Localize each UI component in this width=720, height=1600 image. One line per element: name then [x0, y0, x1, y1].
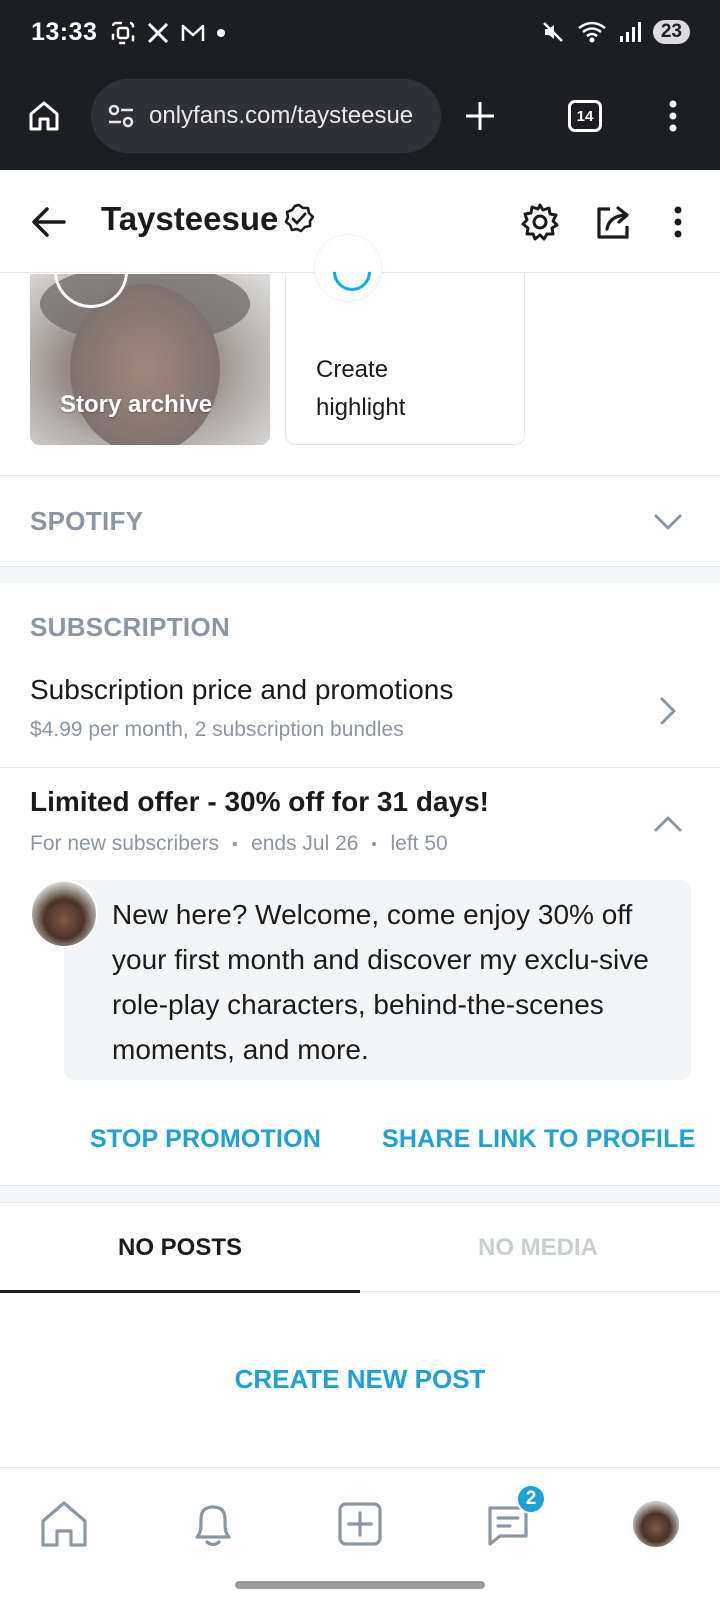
divider [0, 767, 720, 768]
notification-icons [110, 20, 226, 46]
nav-add-post-button[interactable] [332, 1496, 388, 1552]
plus-icon [466, 102, 494, 130]
avatar [633, 1501, 679, 1547]
settings-button[interactable] [518, 200, 562, 244]
wifi-icon [578, 21, 606, 43]
tab-count: 14 [568, 100, 602, 132]
address-bar[interactable]: onlyfans.com/taysteesue [91, 79, 441, 153]
page-title: Taysteesue [101, 200, 316, 238]
gesture-home-indicator[interactable] [235, 1581, 485, 1589]
signal-icon [619, 22, 641, 42]
nav-profile-button[interactable] [628, 1496, 684, 1552]
back-button[interactable] [27, 200, 71, 244]
more-vertical-icon [669, 100, 677, 132]
nav-notifications-button[interactable] [185, 1496, 241, 1552]
divider [0, 1202, 720, 1203]
tab-switcher-button[interactable]: 14 [563, 94, 607, 138]
new-tab-button[interactable] [458, 94, 502, 138]
browser-chrome: 13:33 23 onlyfans.com/taysteesue 14 [0, 0, 720, 170]
avatar[interactable] [30, 880, 98, 948]
section-gap [0, 1186, 720, 1202]
offer-remaining: left 50 [390, 832, 448, 855]
verified-icon [285, 203, 315, 233]
subscription-price-open[interactable] [648, 691, 688, 731]
offer-message-box: New here? Welcome, come enjoy 30% off yo… [64, 880, 691, 1080]
offer-meta: For new subscribers ends Jul 26 left 50 [30, 832, 448, 856]
status-bar: 13:33 23 [0, 0, 720, 66]
gear-icon [521, 203, 559, 241]
spotify-heading: SPOTIFY [30, 506, 144, 536]
site-settings-icon [108, 104, 134, 128]
messages-badge: 2 [516, 1484, 546, 1514]
separator-dot [233, 842, 238, 846]
subscription-heading: SUBSCRIPTION [30, 612, 231, 642]
story-archive-card[interactable]: Story archive [30, 274, 270, 445]
spotify-expand[interactable] [648, 502, 688, 542]
url-text: onlyfans.com/taysteesue [149, 102, 414, 129]
tab-posts[interactable]: NO POSTS [118, 1234, 242, 1262]
add-square-icon [338, 1502, 382, 1546]
profile-menu-button[interactable] [656, 200, 700, 244]
chevron-up-icon [654, 816, 682, 832]
active-tab-indicator [0, 1290, 360, 1293]
browser-menu-button[interactable] [651, 94, 695, 138]
offer-message: New here? Welcome, come enjoy 30% off yo… [112, 899, 649, 1065]
screenshot-icon [111, 21, 135, 45]
chevron-down-icon [654, 514, 682, 530]
browser-home-button[interactable] [22, 94, 66, 138]
battery-level: 23 [652, 20, 690, 44]
share-icon [597, 206, 629, 239]
story-overlay [30, 274, 270, 445]
tab-media[interactable]: NO MEDIA [478, 1234, 598, 1262]
more-vertical-icon [674, 206, 682, 238]
chevron-right-icon [660, 697, 676, 725]
arrow-left-icon [32, 207, 66, 237]
subscription-price-title: Subscription price and promotions [30, 674, 454, 705]
dot-icon [217, 29, 225, 37]
offer-collapse[interactable] [648, 804, 688, 844]
home-icon [41, 1501, 87, 1547]
nav-messages-button[interactable]: 2 [480, 1484, 546, 1552]
story-archive-label: Story archive [60, 391, 213, 418]
mute-icon [542, 22, 563, 42]
divider [0, 475, 720, 476]
status-time: 13:33 [31, 18, 98, 46]
create-highlight-card[interactable]: Create highlight [285, 234, 525, 445]
create-highlight-label: Create highlight [316, 356, 406, 421]
separator-dot [372, 842, 377, 846]
create-new-post-button[interactable]: CREATE NEW POST [0, 1364, 720, 1395]
subscription-price-subtitle: $4.99 per month, 2 subscription bundles [30, 718, 404, 741]
mail-icon [181, 24, 205, 41]
home-icon [29, 101, 59, 131]
share-button[interactable] [592, 200, 636, 244]
section-gap [0, 567, 720, 583]
stop-promotion-button[interactable]: STOP PROMOTION [90, 1125, 321, 1154]
profile-name: Taysteesue [101, 200, 279, 237]
bell-icon [195, 1505, 231, 1547]
x-icon [147, 22, 169, 44]
offer-title: Limited offer - 30% off for 31 days! [30, 786, 489, 817]
offer-audience: For new subscribers [30, 832, 220, 855]
add-highlight-icon [314, 234, 382, 302]
nav-home-button[interactable] [36, 1496, 92, 1552]
share-link-button[interactable]: SHARE LINK TO PROFILE [382, 1125, 695, 1154]
system-icons: 23 [541, 20, 690, 44]
offer-end-date: ends Jul 26 [251, 832, 359, 855]
